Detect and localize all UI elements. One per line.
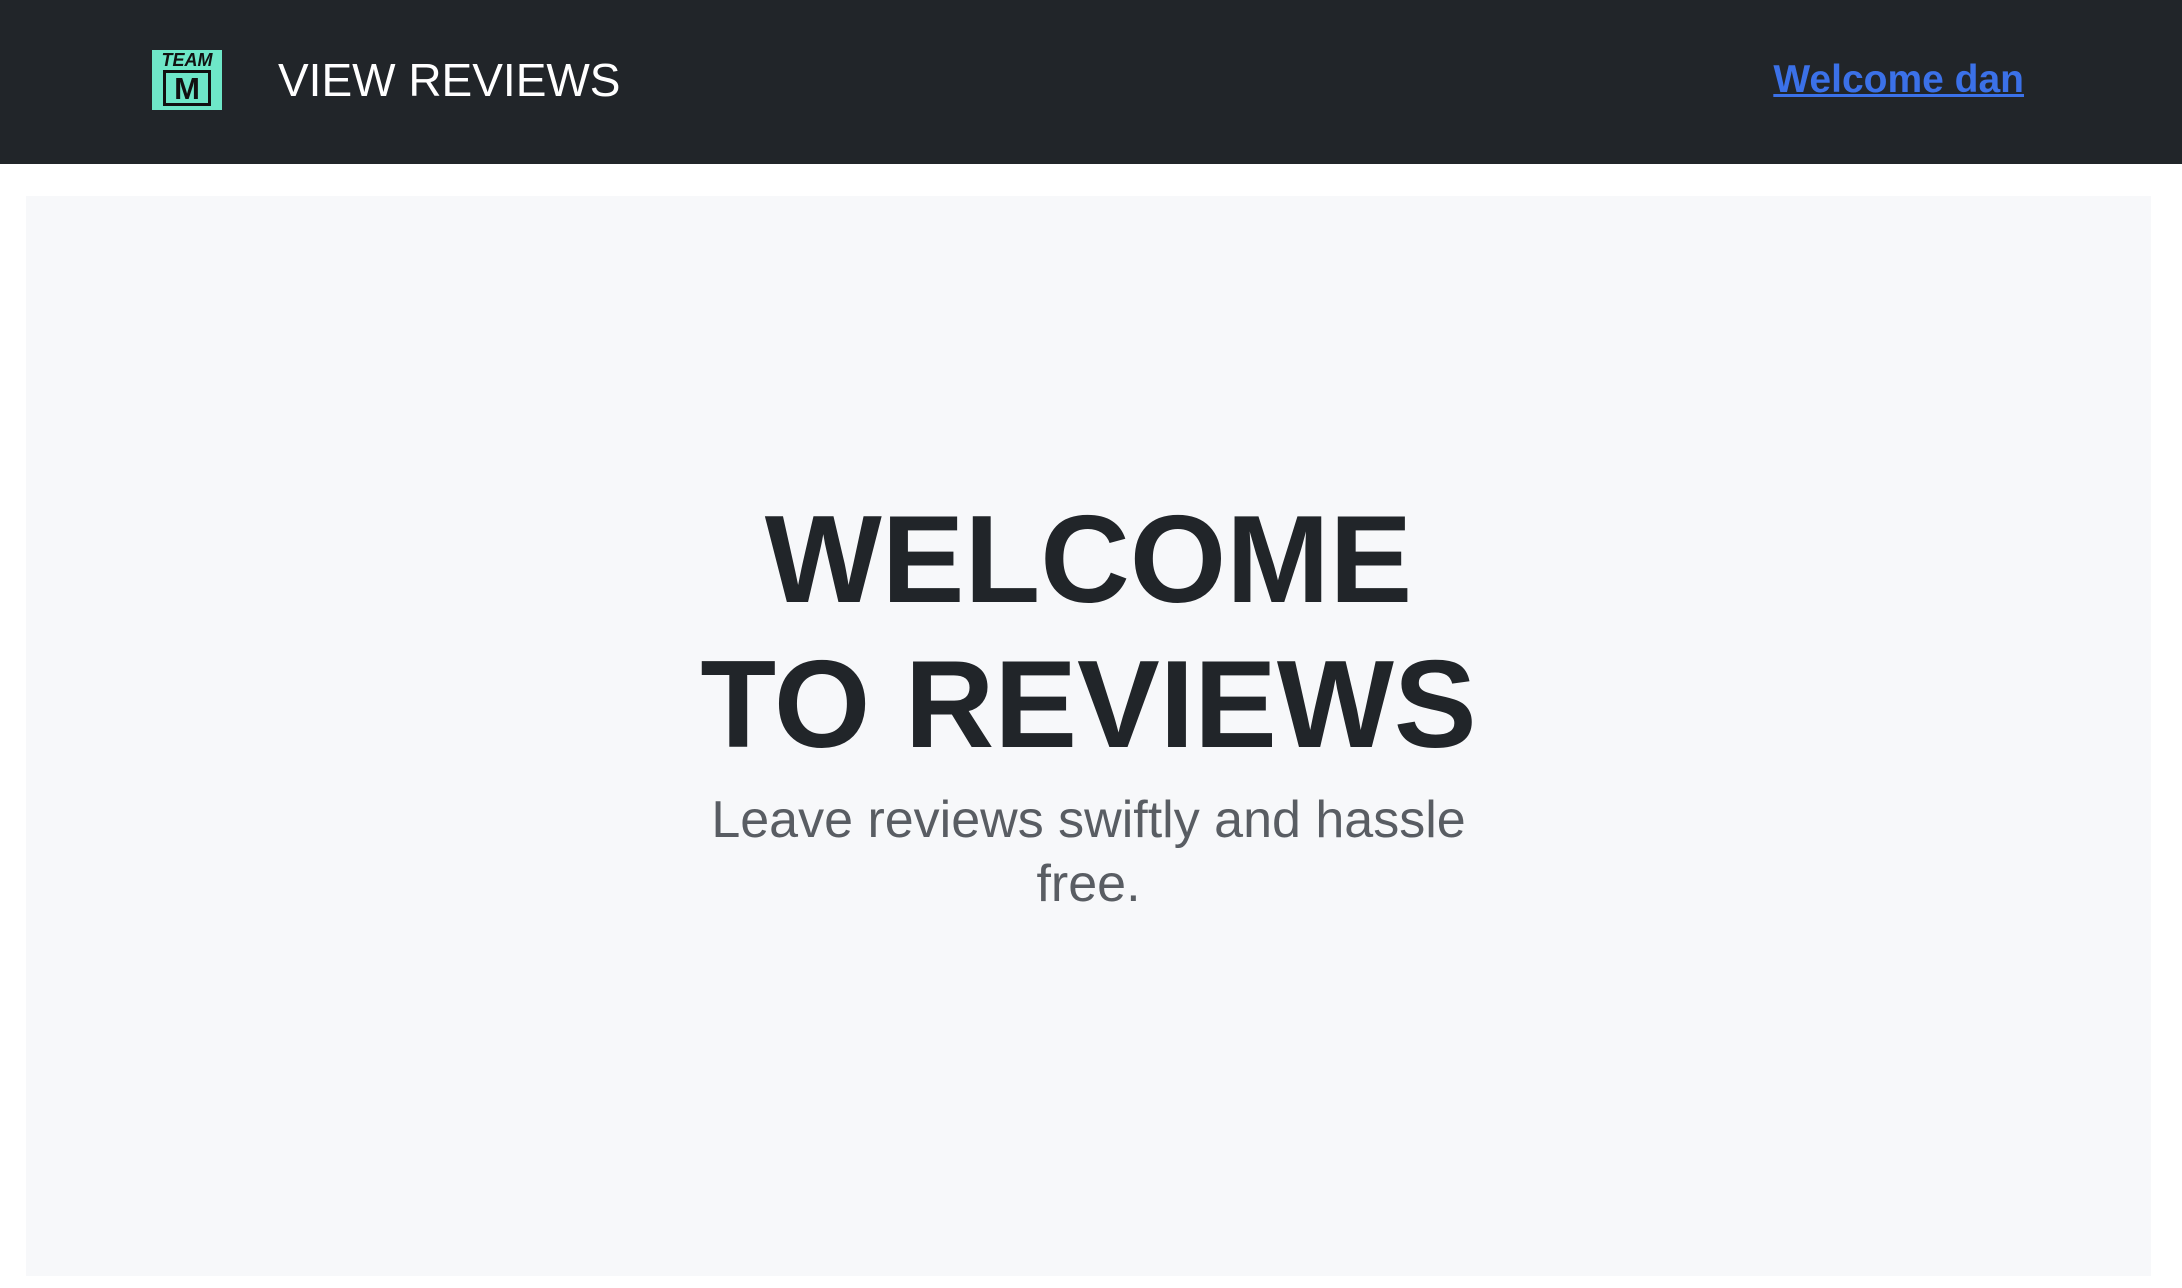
logo-top-text: TEAM	[161, 50, 213, 70]
hero-heading-line-2: TO REVIEWS	[700, 636, 1477, 774]
top-navbar: TEAM M VIEW REVIEWS Welcome dan	[0, 0, 2182, 164]
welcome-user-link[interactable]: Welcome dan	[1773, 54, 2024, 106]
hero-subtitle: Leave reviews swiftly and hassle free.	[26, 788, 2151, 916]
hero-section: WELCOME TO REVIEWS Leave reviews swiftly…	[26, 196, 2151, 1276]
hero-heading-line-1: WELCOME	[764, 491, 1413, 629]
logo-letter: M	[163, 70, 211, 106]
brand-title-link[interactable]: VIEW REVIEWS	[278, 52, 620, 108]
team-m-logo[interactable]: TEAM M	[152, 50, 222, 110]
hero-subtitle-line-1: Leave reviews swiftly and hassle	[711, 791, 1466, 849]
hero-heading: WELCOME TO REVIEWS	[26, 488, 2151, 778]
hero-subtitle-line-2: free.	[1036, 855, 1141, 913]
